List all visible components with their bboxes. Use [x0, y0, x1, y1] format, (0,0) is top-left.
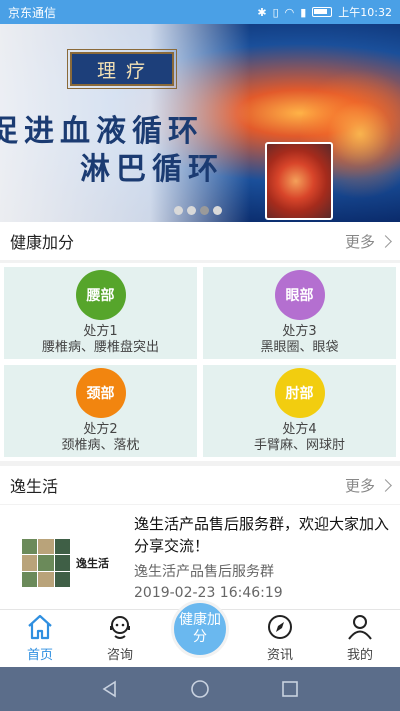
promo-banner[interactable]: 理疗 促进血液循环 淋巴循环 — [0, 24, 400, 222]
home-icon — [28, 614, 52, 640]
compass-icon — [268, 615, 292, 639]
recents-icon[interactable] — [280, 679, 300, 699]
heart-image — [265, 142, 333, 220]
prescription-card-neck[interactable]: 颈部 处方2 颈椎病、落枕 — [4, 365, 197, 457]
news-source: 逸生活产品售后服务群 — [134, 564, 274, 580]
news-headline: 逸生活产品售后服务群，欢迎大家加入分享交流！ — [134, 515, 390, 555]
more-link-life[interactable]: 更多 — [344, 475, 392, 496]
chevron-right-icon — [379, 478, 392, 492]
carousel-indicator — [174, 206, 222, 215]
status-icons: ✱ ▯ ◠ ▮ 上午10:32 — [257, 4, 392, 20]
prescription-name: 处方3 — [282, 324, 317, 339]
prescription-name: 处方4 — [282, 422, 317, 437]
body-part-badge: 肘部 — [274, 368, 325, 418]
news-thumbnail: 逸生活 — [22, 535, 122, 591]
prescription-name: 处方2 — [83, 422, 118, 437]
prescription-name: 处方1 — [83, 324, 118, 339]
tab-label: 我的 — [346, 648, 373, 663]
tab-news[interactable]: 资讯 — [240, 610, 320, 667]
carousel-dot[interactable] — [187, 206, 196, 215]
prescription-card-elbow[interactable]: 肘部 处方4 手臂麻、网球肘 — [203, 365, 396, 457]
more-link-health[interactable]: 更多 — [344, 231, 392, 252]
group-avatar-mosaic — [22, 539, 70, 587]
banner-headline-2: 淋巴循环 — [80, 152, 224, 187]
status-time: 上午10:32 — [338, 6, 392, 19]
carousel-dot[interactable] — [174, 206, 183, 215]
back-icon[interactable] — [100, 679, 120, 699]
prescription-desc: 手臂麻、网球肘 — [253, 438, 345, 453]
section-header-life: 逸生活 更多 — [0, 466, 400, 504]
carrier-label: 京东通信 — [8, 5, 57, 20]
tab-label: 首页 — [26, 648, 53, 663]
wifi-icon: ◠ — [284, 5, 295, 19]
home-circle-icon[interactable] — [190, 679, 210, 699]
news-timestamp: 2019-02-23 16:46:19 — [134, 585, 283, 601]
news-item[interactable]: 逸生活 逸生活产品售后服务群，欢迎大家加入分享交流！ 逸生活产品售后服务群 20… — [0, 505, 400, 609]
bluetooth-icon: ✱ — [257, 5, 267, 19]
chevron-right-icon — [379, 234, 392, 248]
bottom-tab-bar: 首页 咨询 健康加分 资讯 我的 — [0, 600, 400, 667]
body-part-badge: 腰部 — [75, 270, 126, 320]
headset-icon — [110, 616, 130, 639]
prescription-card-eye[interactable]: 眼部 处方3 黑眼圈、眼袋 — [203, 267, 396, 359]
more-label: 更多 — [344, 476, 375, 495]
banner-tag: 理疗 — [67, 49, 177, 89]
tab-consult[interactable]: 咨询 — [80, 610, 160, 667]
prescription-desc: 颈椎病、落枕 — [61, 438, 140, 453]
prescription-desc: 腰椎病、腰椎盘突出 — [41, 340, 159, 355]
thumbnail-label: 逸生活 — [76, 557, 109, 570]
prescription-desc: 黑眼圈、眼袋 — [260, 340, 339, 355]
tab-mine[interactable]: 我的 — [320, 610, 400, 667]
user-icon — [348, 615, 372, 640]
signal-icon: ▮ — [300, 5, 307, 19]
system-nav-bar — [0, 667, 400, 711]
tab-home[interactable]: 首页 — [0, 610, 80, 667]
prescription-card-waist[interactable]: 腰部 处方1 腰椎病、腰椎盘突出 — [4, 267, 197, 359]
prescription-grid: 腰部 处方1 腰椎病、腰椎盘突出 眼部 处方3 黑眼圈、眼袋 颈部 处方2 颈椎… — [0, 263, 400, 461]
tab-health-points[interactable]: 健康加分 — [160, 600, 240, 667]
carousel-dot-active[interactable] — [200, 206, 209, 215]
tab-label: 资讯 — [266, 648, 293, 663]
more-label: 更多 — [344, 232, 375, 251]
section-title: 逸生活 — [10, 477, 59, 496]
center-action-button[interactable]: 健康加分 — [171, 600, 229, 658]
carousel-dot[interactable] — [213, 206, 222, 215]
section-header-health: 健康加分 更多 — [0, 222, 400, 260]
body-part-badge: 眼部 — [274, 270, 325, 320]
vibrate-icon: ▯ — [272, 5, 279, 19]
section-title: 健康加分 — [10, 233, 75, 252]
status-bar: 京东通信 ✱ ▯ ◠ ▮ 上午10:32 — [0, 0, 400, 24]
body-part-badge: 颈部 — [75, 368, 126, 418]
tab-label: 咨询 — [106, 648, 133, 663]
battery-icon — [312, 7, 333, 17]
